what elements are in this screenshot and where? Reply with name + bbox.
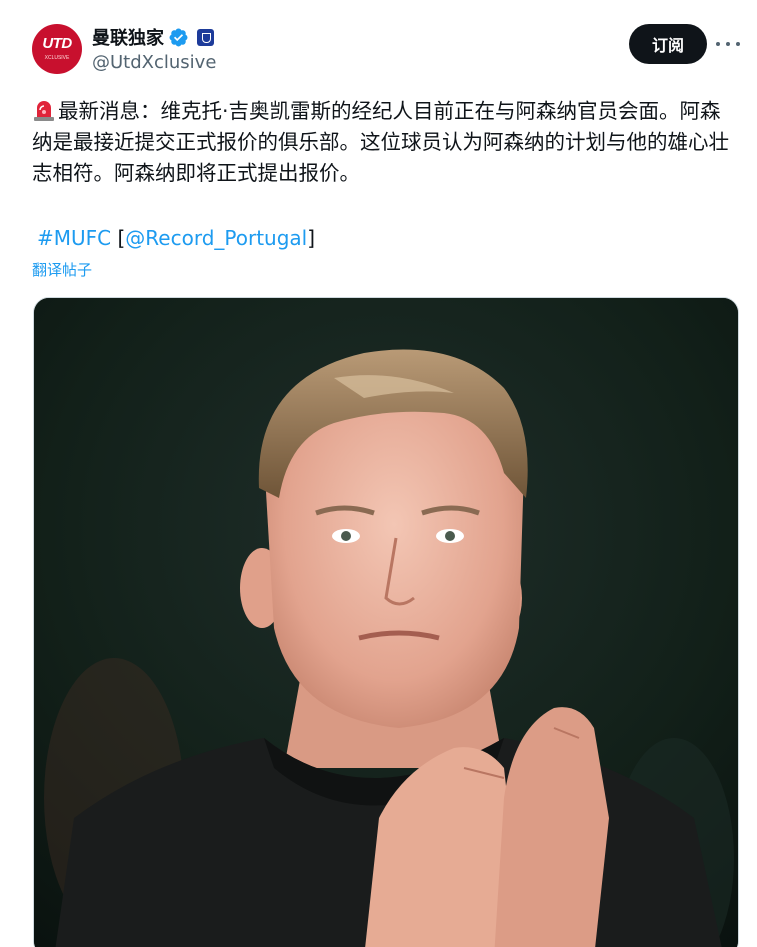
verified-badge-icon[interactable] bbox=[168, 27, 189, 48]
bracket-close: ] bbox=[307, 226, 316, 250]
tweet-header: UTD XCLUSIVE 曼联独家 @UtdXclusive 订阅 bbox=[0, 0, 757, 90]
avatar-logo-text: UTD bbox=[42, 35, 72, 52]
tweet-media-photo[interactable] bbox=[33, 297, 739, 947]
tweet-body: 最新消息：维克托·吉奥凯雷斯的经纪人目前正在与阿森纳官员会面。阿森纳是最接近提交… bbox=[32, 99, 729, 185]
avatar-logo-subtext: XCLUSIVE bbox=[44, 55, 70, 61]
tweet-text: 最新消息：维克托·吉奥凯雷斯的经纪人目前正在与阿森纳官员会面。阿森纳是最接近提交… bbox=[32, 96, 740, 189]
tweet-tags: #MUFC [@Record_Portugal] bbox=[37, 224, 315, 252]
mention-link[interactable]: @Record_Portugal bbox=[125, 226, 307, 250]
more-options-icon[interactable] bbox=[716, 34, 740, 54]
avatar[interactable]: UTD XCLUSIVE bbox=[32, 24, 82, 74]
siren-emoji-icon bbox=[34, 101, 54, 121]
handle[interactable]: @UtdXclusive bbox=[92, 52, 216, 73]
translate-post-link[interactable]: 翻译帖子 bbox=[32, 259, 92, 280]
hashtag-link[interactable]: #MUFC bbox=[37, 226, 111, 250]
subscribe-button[interactable]: 订阅 bbox=[629, 24, 707, 64]
display-name[interactable]: 曼联独家 bbox=[92, 24, 164, 50]
affiliate-badge-icon[interactable] bbox=[197, 28, 214, 46]
player-photo bbox=[34, 298, 738, 947]
name-row: 曼联独家 bbox=[92, 25, 214, 49]
